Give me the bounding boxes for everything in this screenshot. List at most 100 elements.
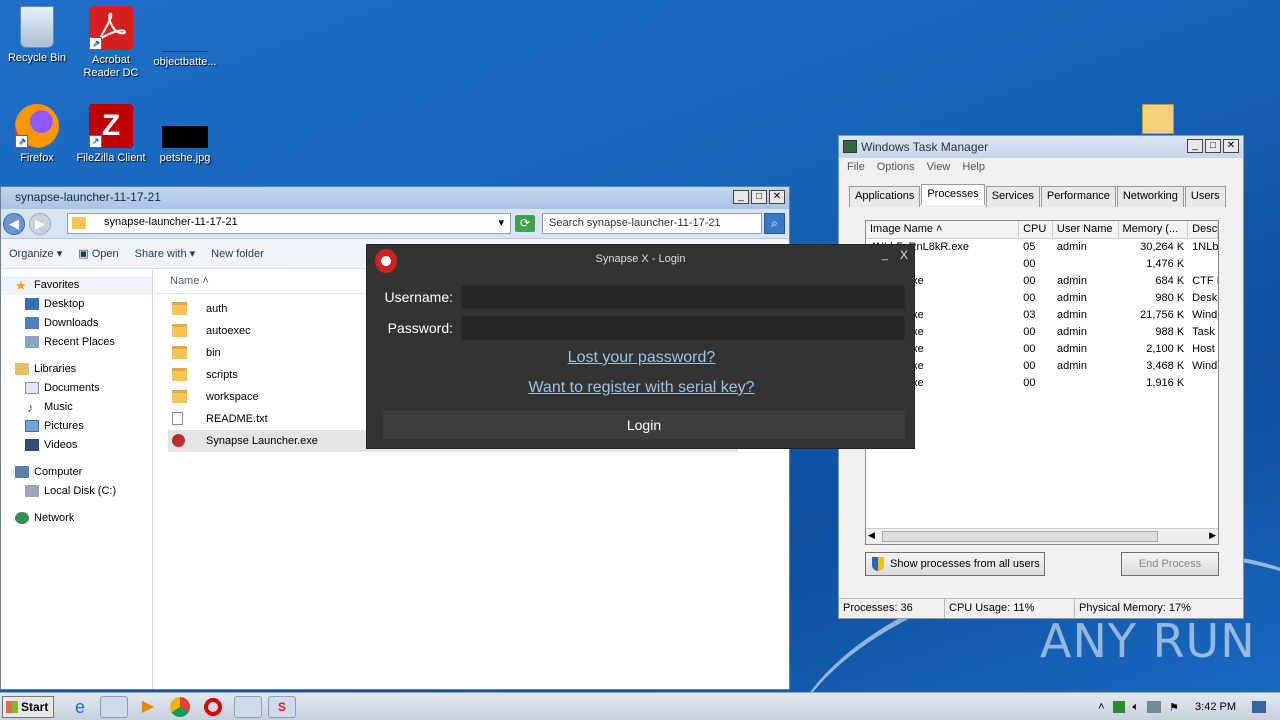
task-manager-tabs: Applications Processes Services Performa… bbox=[849, 184, 1243, 207]
process-row[interactable]: exe00admin3,468 KWind bbox=[866, 358, 1218, 375]
minimize-button[interactable]: _ bbox=[1187, 139, 1203, 153]
nav-videos[interactable]: Videos bbox=[1, 436, 152, 455]
minimize-button[interactable]: _ bbox=[733, 190, 749, 204]
close-button[interactable]: ✕ bbox=[1223, 139, 1239, 153]
opera-icon[interactable] bbox=[204, 698, 222, 716]
nav-favorites[interactable]: ★ Favorites bbox=[1, 276, 152, 295]
process-user: admin bbox=[1057, 343, 1087, 355]
forward-button[interactable]: ▶ bbox=[29, 213, 51, 235]
menu-file[interactable]: File bbox=[847, 161, 865, 175]
column-image-name[interactable]: Image Name ˄ bbox=[866, 221, 1020, 238]
process-row[interactable]: exe00admin988 KTask bbox=[866, 324, 1218, 341]
process-row[interactable]: 4NLbFcRnL8kR.exe 05 admin 30,264 K 1NLb bbox=[866, 239, 1218, 256]
process-row[interactable]: e001,476 K bbox=[866, 256, 1218, 273]
search-input[interactable]: Search synapse-launcher-11-17-21 bbox=[542, 213, 762, 234]
flag-icon[interactable]: ⚑ bbox=[1169, 701, 1179, 714]
nav-libraries[interactable]: Libraries bbox=[1, 360, 152, 379]
minimize-button[interactable]: _ bbox=[882, 241, 888, 269]
username-field[interactable] bbox=[461, 285, 905, 309]
scroll-left-icon[interactable]: ◀ bbox=[868, 530, 875, 541]
chrome-icon[interactable] bbox=[170, 697, 190, 717]
media-player-icon[interactable]: ▶ bbox=[134, 696, 162, 718]
folder-icon bbox=[172, 390, 187, 403]
share-with-button[interactable]: Share with ▾ bbox=[127, 247, 204, 260]
organize-button[interactable]: Organize ▾ bbox=[1, 247, 70, 260]
tab-networking[interactable]: Networking bbox=[1116, 186, 1184, 207]
close-button[interactable]: ✕ bbox=[769, 190, 785, 204]
column-memory[interactable]: Memory (... bbox=[1119, 221, 1189, 238]
synapse-titlebar[interactable]: Synapse X - Login _ X bbox=[367, 245, 914, 273]
column-cpu[interactable]: CPU bbox=[1019, 221, 1053, 238]
process-row[interactable]: exe00admin2,100 KHost bbox=[866, 341, 1218, 358]
tab-services[interactable]: Services bbox=[985, 186, 1040, 207]
nav-local-disk[interactable]: Local Disk (C:) bbox=[1, 482, 152, 501]
nav-label: Documents bbox=[44, 382, 100, 394]
login-button[interactable]: Login bbox=[383, 411, 905, 439]
back-button[interactable]: ◀ bbox=[3, 213, 25, 235]
show-desktop-icon[interactable] bbox=[1252, 701, 1266, 713]
desktop-icon-acrobat[interactable]: ↗ Acrobat Reader DC bbox=[74, 6, 148, 80]
process-cpu: 00 bbox=[1023, 258, 1036, 270]
tab-applications[interactable]: Applications bbox=[849, 186, 921, 207]
address-input[interactable]: synapse-launcher-11-17-21 ▾ bbox=[67, 213, 511, 234]
folder-icon[interactable] bbox=[1142, 104, 1174, 134]
maximize-button[interactable]: □ bbox=[1205, 139, 1221, 153]
menu-options[interactable]: Options bbox=[877, 161, 915, 175]
process-row[interactable]: 00 admin 980 K Desk bbox=[866, 290, 1218, 307]
internet-explorer-icon[interactable]: e bbox=[66, 696, 94, 718]
nav-label: Recent Places bbox=[44, 336, 115, 348]
nav-downloads[interactable]: Downloads bbox=[1, 314, 152, 333]
volume-icon[interactable]: 🔈︎ bbox=[1133, 701, 1140, 714]
music-icon: ♪ bbox=[27, 400, 34, 415]
process-row[interactable]: exe001,916 K bbox=[866, 375, 1218, 392]
videos-icon bbox=[25, 439, 39, 451]
column-user-name[interactable]: User Name bbox=[1053, 221, 1119, 238]
explorer-titlebar[interactable]: synapse-launcher-11-17-21 _ □ ✕ bbox=[1, 187, 789, 209]
column-description[interactable]: Desc bbox=[1188, 221, 1218, 238]
close-button[interactable]: X bbox=[900, 241, 908, 269]
tray-app-icon[interactable] bbox=[1112, 701, 1125, 713]
nav-computer[interactable]: Computer bbox=[1, 463, 152, 482]
search-icon[interactable]: ⌕ bbox=[764, 213, 785, 234]
process-row[interactable]: exe00admin684 KCTF I bbox=[866, 273, 1218, 290]
nav-network[interactable]: Network bbox=[1, 509, 152, 528]
show-all-processes-button[interactable]: Show processes from all users bbox=[865, 552, 1045, 576]
horizontal-scrollbar[interactable]: ◀ ▶ bbox=[866, 528, 1218, 544]
show-hidden-icons-icon[interactable]: ˄ bbox=[1098, 701, 1104, 713]
open-button[interactable]: ▣ Open bbox=[70, 247, 126, 260]
refresh-icon[interactable]: ⟳ bbox=[515, 215, 535, 232]
register-serial-link[interactable]: Want to register with serial key? bbox=[367, 379, 916, 397]
process-row[interactable]: exe03admin21,756 KWind bbox=[866, 307, 1218, 324]
scrollbar-thumb[interactable] bbox=[882, 531, 1158, 542]
nav-desktop[interactable]: Desktop bbox=[1, 295, 152, 314]
nav-music[interactable]: ♪ Music bbox=[1, 398, 152, 417]
task-manager-taskbar-icon[interactable] bbox=[234, 696, 262, 718]
nav-documents[interactable]: Documents bbox=[1, 379, 152, 398]
task-manager-titlebar[interactable]: Windows Task Manager _ □ ✕ bbox=[839, 136, 1243, 158]
desktop-icon-petshe[interactable]: petshe.jpg bbox=[148, 104, 222, 165]
nav-recent-places[interactable]: Recent Places bbox=[1, 333, 152, 352]
tab-performance[interactable]: Performance bbox=[1040, 186, 1116, 207]
lost-password-link[interactable]: Lost your password? bbox=[367, 349, 916, 367]
start-button[interactable]: Start bbox=[2, 696, 54, 718]
desktop-icon-recycle-bin[interactable]: Recycle Bin bbox=[0, 6, 74, 65]
desktop-icon-filezilla[interactable]: Z ↗ FileZilla Client bbox=[74, 104, 148, 165]
desktop-icon-objectbattery[interactable]: objectbatte... bbox=[148, 6, 222, 69]
desktop-icon-firefox[interactable]: ↗ Firefox bbox=[0, 104, 74, 165]
tab-processes[interactable]: Processes bbox=[921, 184, 985, 205]
process-user: admin bbox=[1056, 241, 1087, 253]
synapse-taskbar-icon[interactable]: S bbox=[268, 696, 296, 718]
password-field[interactable] bbox=[461, 316, 905, 340]
nav-pictures[interactable]: Pictures bbox=[1, 417, 152, 436]
chevron-down-icon[interactable]: ▾ bbox=[498, 216, 504, 229]
clock[interactable]: 3:42 PM bbox=[1195, 701, 1236, 713]
network-tray-icon[interactable] bbox=[1147, 701, 1162, 713]
scroll-right-icon[interactable]: ▶ bbox=[1209, 530, 1216, 541]
end-process-button[interactable]: End Process bbox=[1121, 552, 1219, 576]
new-folder-button[interactable]: New folder bbox=[203, 248, 272, 260]
explorer-taskbar-icon[interactable] bbox=[100, 696, 128, 718]
maximize-button[interactable]: □ bbox=[751, 190, 767, 204]
tab-users[interactable]: Users bbox=[1184, 186, 1226, 207]
menu-view[interactable]: View bbox=[927, 161, 951, 175]
menu-help[interactable]: Help bbox=[962, 161, 985, 175]
